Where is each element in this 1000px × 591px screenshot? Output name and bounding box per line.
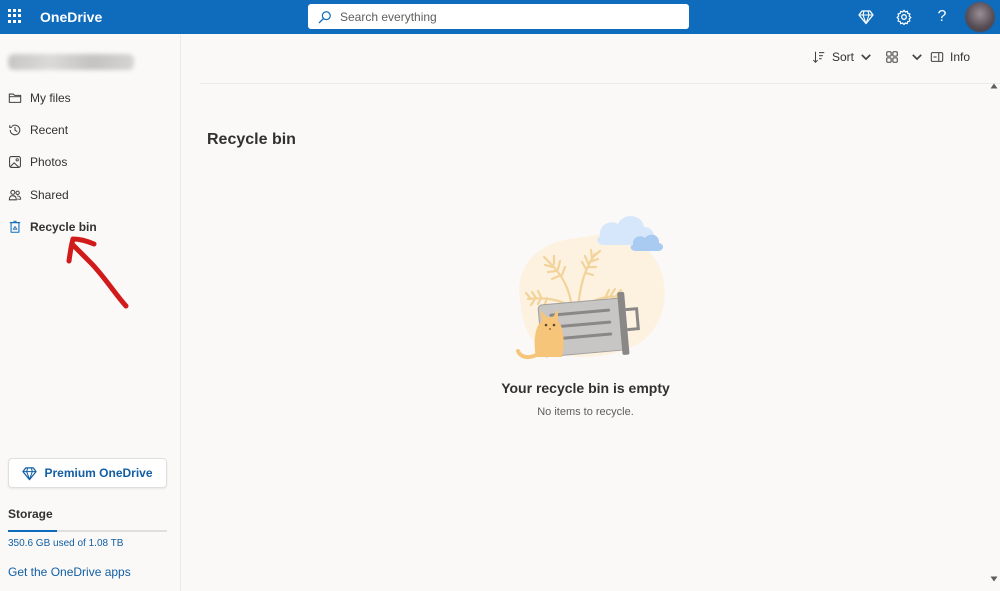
info-button[interactable]: Info [930, 50, 970, 64]
top-bar: OneDrive ? [0, 0, 1000, 34]
recycle-bin-icon [8, 220, 22, 234]
avatar[interactable] [965, 2, 995, 32]
sidebar-item-label: Photos [30, 155, 68, 169]
storage-title[interactable]: Storage [8, 507, 53, 521]
app-title[interactable]: OneDrive [40, 9, 102, 25]
sidebar-item-shared[interactable]: Shared [0, 180, 181, 210]
sidebar-item-label: My files [30, 91, 71, 105]
info-label: Info [950, 50, 971, 64]
search-box[interactable] [308, 4, 689, 29]
empty-recycle-bin-illustration [516, 216, 665, 360]
scroll-down-icon[interactable] [990, 575, 998, 583]
info-pane-icon [930, 52, 944, 62]
diamond-icon [22, 466, 38, 480]
command-bar: Sort Info [200, 34, 1000, 84]
empty-state-subtitle: No items to recycle. [537, 406, 634, 418]
sidebar-item-my-files[interactable]: My files [0, 83, 181, 113]
diamond-icon[interactable] [857, 8, 875, 26]
sidebar-item-photos[interactable]: Photos [0, 147, 181, 177]
search-icon [318, 10, 331, 23]
chevron-down-icon [861, 54, 871, 61]
sort-button[interactable]: Sort [812, 50, 879, 64]
grid-view-icon [886, 51, 898, 63]
sidebar-item-recent[interactable]: Recent [0, 115, 181, 145]
storage-bar [8, 530, 167, 532]
premium-onedrive-button[interactable]: Premium OneDrive [8, 458, 167, 488]
chevron-down-icon [912, 54, 922, 61]
sort-label: Sort [832, 50, 855, 64]
get-apps-link[interactable]: Get the OneDrive apps [8, 565, 131, 579]
main-content: Sort Info Recycle bin Your recycle bin i… [182, 34, 1000, 591]
gear-icon[interactable] [895, 8, 913, 26]
scroll-up-icon[interactable] [990, 82, 998, 90]
app-launcher-icon[interactable] [8, 9, 22, 23]
page-title: Recycle bin [207, 131, 296, 148]
view-options-button[interactable] [885, 50, 930, 64]
storage-usage-text[interactable]: 350.6 GB used of 1.08 TB [8, 538, 123, 549]
sort-icon [812, 51, 825, 63]
history-icon [8, 123, 22, 137]
image-icon [8, 155, 22, 169]
sidebar-item-label: Shared [30, 188, 69, 202]
premium-label: Premium OneDrive [44, 466, 153, 480]
people-icon [8, 188, 22, 202]
user-name-blurred [8, 54, 134, 70]
sidebar-item-label: Recent [30, 123, 69, 137]
storage-fill [8, 530, 58, 532]
search-input[interactable] [340, 9, 660, 24]
red-arrow-annotation [66, 236, 129, 309]
help-icon[interactable]: ? [933, 8, 951, 26]
folder-icon [8, 91, 22, 105]
empty-state-title: Your recycle bin is empty [501, 380, 670, 396]
